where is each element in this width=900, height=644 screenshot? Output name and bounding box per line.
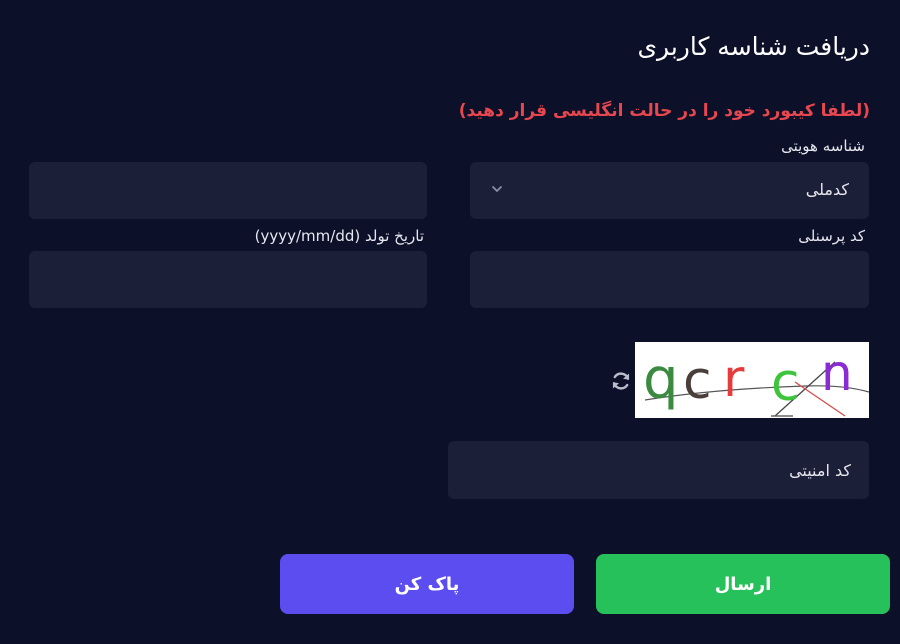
- captcha-char-3: r: [723, 349, 745, 409]
- refresh-icon[interactable]: [610, 370, 632, 392]
- submit-button[interactable]: ارسال: [596, 554, 890, 614]
- captcha-char-2: c: [683, 351, 712, 411]
- personnel-code-field[interactable]: [470, 251, 869, 308]
- page-title: دریافت شناسه کاربری: [637, 32, 870, 61]
- captcha-char-1: q: [643, 347, 679, 412]
- id-value-input[interactable]: [29, 162, 427, 219]
- personnel-code-input[interactable]: [470, 251, 869, 308]
- captcha-char-4: c: [771, 353, 800, 413]
- id-type-selected-value: کدملی: [805, 180, 849, 199]
- security-code-input[interactable]: [448, 441, 869, 499]
- birth-date-input[interactable]: [29, 251, 427, 308]
- id-type-select[interactable]: کدملی: [470, 162, 869, 219]
- security-code-field[interactable]: [448, 441, 869, 499]
- chevron-down-icon: [492, 186, 502, 192]
- clear-button[interactable]: پاک کن: [280, 554, 574, 614]
- captcha-image: q c r c n: [635, 342, 869, 418]
- personnel-code-label: کد پرسنلی: [798, 227, 865, 245]
- id-type-label: شناسه هویتی: [781, 137, 865, 155]
- keyboard-notice: (لطفا کیبورد خود را در حالت انگلیسی قرار…: [458, 101, 870, 121]
- birth-date-field[interactable]: [29, 251, 427, 308]
- id-value-field[interactable]: [29, 162, 427, 219]
- captcha-char-5: n: [821, 344, 853, 402]
- birth-date-label: تاریخ تولد (yyyy/mm/dd): [254, 227, 424, 245]
